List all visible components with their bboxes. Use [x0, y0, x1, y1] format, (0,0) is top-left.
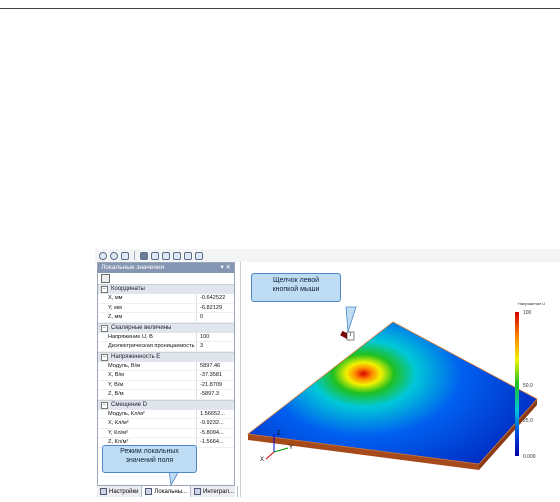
application-window: Локальные значения ▾ ✕ − Координаты X, мм… — [95, 249, 560, 497]
callout-local-mode: Режим локальных значений поля — [102, 445, 197, 473]
page-top-rule — [0, 8, 560, 9]
